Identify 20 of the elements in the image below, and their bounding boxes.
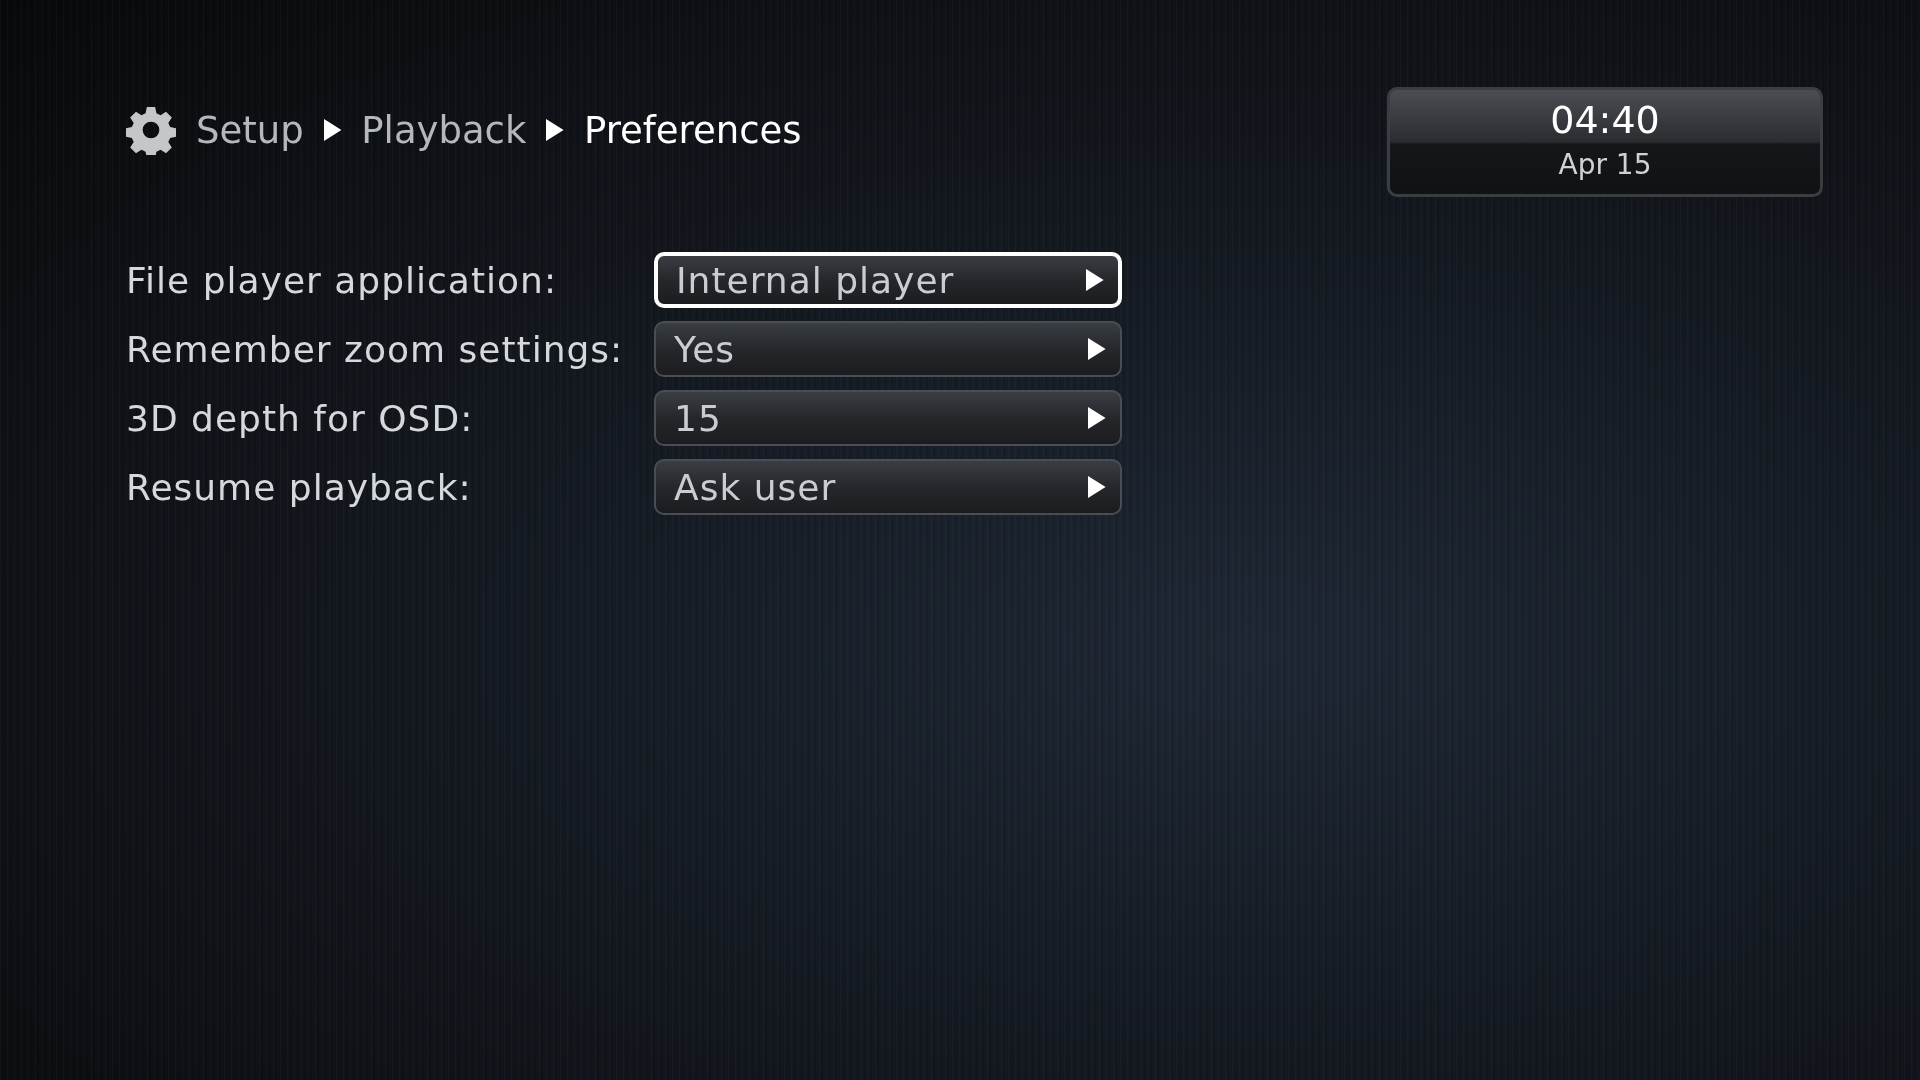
setting-label: Resume playback:: [126, 466, 473, 508]
chevron-icon: [546, 119, 564, 141]
play-arrow-icon: [1088, 407, 1106, 429]
clock-date: Apr 15: [1558, 148, 1652, 181]
setting-label: 3D depth for OSD:: [126, 397, 475, 439]
gear-icon: [126, 105, 176, 155]
play-arrow-icon: [1086, 269, 1104, 291]
option-selector[interactable]: 15: [654, 390, 1122, 446]
play-arrow-icon: [1088, 338, 1106, 360]
setting-label: File player application:: [126, 259, 558, 301]
option-selector[interactable]: Ask user: [654, 459, 1122, 515]
clock-time: 04:40: [1550, 98, 1660, 142]
breadcrumb-item[interactable]: Playback: [361, 108, 527, 152]
play-arrow-icon: [1088, 476, 1106, 498]
breadcrumb-item[interactable]: Preferences: [584, 108, 802, 152]
option-selector[interactable]: Internal player: [654, 252, 1122, 308]
breadcrumb-item[interactable]: Setup: [196, 108, 304, 152]
chevron-icon: [323, 119, 342, 141]
setting-label: Remember zoom settings:: [126, 328, 625, 370]
option-selector[interactable]: Yes: [654, 321, 1122, 377]
